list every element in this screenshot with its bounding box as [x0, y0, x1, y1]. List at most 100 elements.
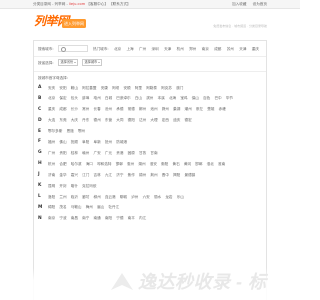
city-link[interactable]: 常州 [82, 107, 89, 111]
city-link[interactable]: 晋中 [162, 173, 169, 177]
city-link[interactable]: 南宁 [82, 216, 89, 220]
city-link[interactable]: 景德镇 [185, 173, 196, 177]
city-link[interactable]: 安顺 [123, 86, 130, 90]
city-link[interactable]: 大连 [48, 118, 55, 122]
city-link[interactable]: 赤峰 [219, 107, 226, 111]
city-link[interactable]: 克拉玛依 [82, 184, 96, 188]
city-link[interactable]: 龙岩 [165, 195, 172, 199]
city-link[interactable]: 北海 [169, 96, 176, 100]
set-homepage-link[interactable]: 设为首页 [253, 2, 267, 6]
city-link[interactable]: 贵阳 [59, 151, 66, 155]
city-link[interactable]: 蚌埠 [82, 96, 89, 100]
city-link[interactable]: 临沂 [71, 195, 78, 199]
city-link[interactable]: 南昌 [71, 216, 78, 220]
city-link[interactable]: 呼和浩特 [97, 162, 111, 166]
city-link[interactable]: 德州 [94, 118, 101, 122]
hot-city-link[interactable]: 南京 [202, 47, 209, 51]
city-link[interactable]: 阿拉善盟 [82, 86, 96, 90]
city-link[interactable]: 黄冈 [184, 162, 191, 166]
city-link[interactable]: 茂名 [59, 205, 66, 209]
city-link[interactable]: 阜新 [94, 140, 101, 144]
hot-city-link[interactable]: 北京 [114, 47, 121, 51]
city-link[interactable]: 喀什 [71, 184, 78, 188]
city-link[interactable]: 阿坝 [112, 86, 119, 90]
city-link[interactable]: 重庆 [48, 107, 55, 111]
hot-city-link[interactable]: 深圳 [152, 47, 159, 51]
city-link[interactable]: 阿克苏 [161, 86, 172, 90]
hot-city-link[interactable]: 杭州 [177, 47, 184, 51]
hot-city-link[interactable]: 上海 [126, 47, 133, 51]
city-link[interactable]: 成都 [59, 107, 66, 111]
city-link[interactable]: 达州 [139, 118, 146, 122]
hot-city-link[interactable]: 广州 [139, 47, 146, 51]
city-link[interactable]: 连云港 [105, 195, 116, 199]
city-link[interactable]: 本溪 [158, 96, 165, 100]
city-link[interactable]: 滁州 [162, 107, 169, 111]
search-input[interactable] [65, 46, 87, 51]
top-bar-suffix[interactable]: 【客服中心】 【联系方式】 [85, 2, 130, 6]
city-link[interactable]: 兰州 [59, 195, 66, 199]
city-link[interactable]: 聊城 [120, 195, 127, 199]
city-link[interactable]: 巢湖 [173, 107, 180, 111]
city-link[interactable]: 昆明 [48, 184, 55, 188]
city-link[interactable]: 吉林 [94, 173, 101, 177]
city-link[interactable]: 衡阳 [161, 162, 168, 166]
city-link[interactable]: 湖州 [138, 162, 145, 166]
city-link[interactable]: 开封 [59, 184, 66, 188]
city-link[interactable]: 德阳 [128, 118, 135, 122]
city-link[interactable]: 金华 [59, 173, 66, 177]
city-link[interactable]: 池州 [150, 107, 157, 111]
city-link[interactable]: 锦州 [139, 173, 146, 177]
city-link[interactable]: 邯郸 [116, 162, 123, 166]
city-link[interactable]: 江门 [82, 173, 89, 177]
hot-city-link[interactable]: 重庆 [252, 47, 259, 51]
city-link[interactable]: 迪庆 [173, 118, 180, 122]
city-link[interactable]: 柳州 [94, 195, 101, 199]
city-link[interactable]: 乐山 [177, 195, 184, 199]
city-link[interactable]: 邯郸 [195, 162, 202, 166]
city-link[interactable]: 包头 [71, 96, 78, 100]
city-link[interactable]: 大庆 [71, 118, 78, 122]
city-link[interactable]: 合肥 [59, 162, 66, 166]
city-link[interactable]: 内江 [139, 216, 146, 220]
city-link[interactable]: 安康 [101, 86, 108, 90]
city-link[interactable]: 荆州 [150, 173, 157, 177]
city-link[interactable]: 惠州 [127, 162, 134, 166]
hot-city-link[interactable]: 郑州 [189, 47, 196, 51]
city-link[interactable]: 大同 [116, 118, 123, 122]
city-link[interactable]: 阿里 [135, 86, 142, 90]
city-link[interactable]: 保山 [192, 96, 199, 100]
city-link[interactable]: 丽水 [154, 195, 161, 199]
city-link[interactable]: 淮安 [150, 162, 157, 166]
city-link[interactable]: 大理 [150, 118, 157, 122]
city-link[interactable]: 安庆 [48, 86, 55, 90]
city-link[interactable]: 马鞍山 [71, 205, 82, 209]
top-bar-site-link[interactable]: lieju.com [69, 2, 85, 6]
city-link[interactable]: 济宁 [116, 173, 123, 177]
city-link[interactable]: 东营 [105, 118, 112, 122]
city-link[interactable]: 哈尔滨 [71, 162, 82, 166]
city-link[interactable]: 楚雄 [207, 107, 214, 111]
city-link[interactable]: 巴中 [214, 96, 221, 100]
city-link[interactable]: 宁波 [59, 216, 66, 220]
city-link[interactable]: 广州 [48, 151, 55, 155]
city-link[interactable]: 甘孜 [139, 151, 146, 155]
city-link[interactable]: 安阳 [59, 86, 66, 90]
city-link[interactable]: 白城 [105, 96, 112, 100]
search-box[interactable] [58, 45, 88, 52]
city-link[interactable]: 巴彦淖尔 [116, 96, 130, 100]
city-link[interactable]: 百色 [203, 96, 210, 100]
city-link[interactable]: 甘南 [150, 151, 157, 155]
city-link[interactable]: 阿勒泰 [146, 86, 157, 90]
enter-site-badge[interactable]: 进入列举网 [62, 19, 86, 28]
city-link[interactable]: 固原 [128, 151, 135, 155]
city-link[interactable]: 福州 [48, 140, 55, 144]
hot-city-link[interactable]: 成都 [214, 47, 221, 51]
city-link[interactable]: 鞍山 [71, 86, 78, 90]
city-link[interactable]: 牡丹江 [108, 205, 119, 209]
city-link[interactable]: 淮北 [207, 162, 214, 166]
city-link[interactable]: 郴州 [139, 107, 146, 111]
city-link[interactable]: 德宏 [185, 118, 192, 122]
city-link[interactable]: 沧州 [105, 107, 112, 111]
hot-city-link[interactable]: 天津 [164, 47, 171, 51]
